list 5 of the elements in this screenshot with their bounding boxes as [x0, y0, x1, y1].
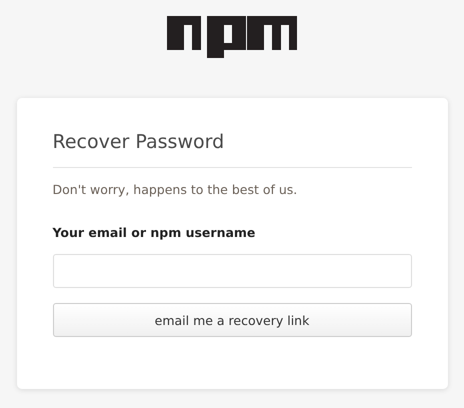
field-label: Your email or npm username	[52, 225, 256, 240]
input-field[interactable]	[52, 254, 412, 288]
message-text: Don't worry, happens to the best of us.	[52, 182, 298, 197]
page-title: Recover Password	[52, 131, 412, 168]
recovery-button[interactable]: email me a recovery link	[52, 303, 412, 337]
